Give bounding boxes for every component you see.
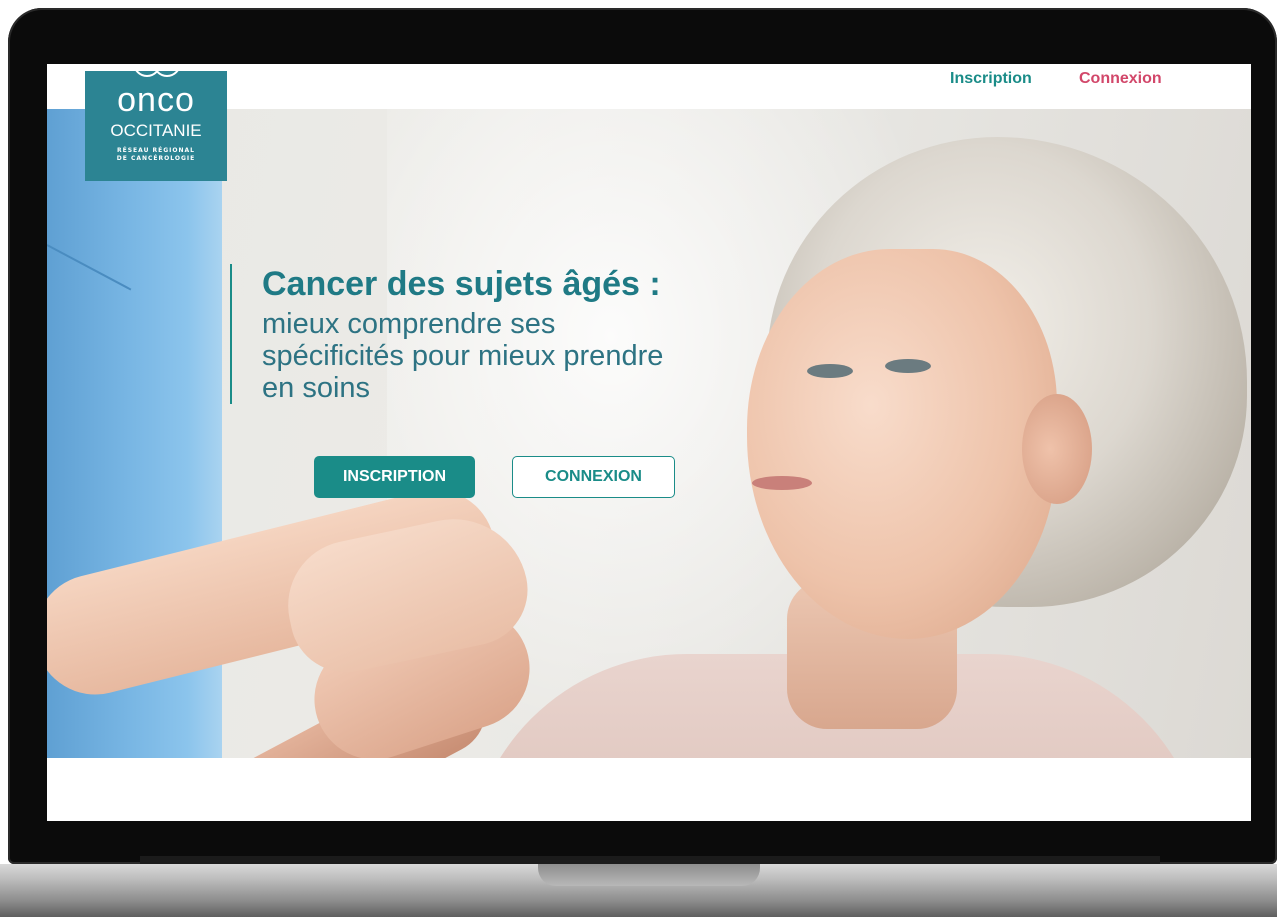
connexion-button[interactable]: CONNEXION	[512, 456, 675, 498]
nav-inscription-link[interactable]: Inscription	[950, 70, 1032, 88]
elderly-eye-right	[885, 359, 931, 373]
logo-tagline: RÉSEAU RÉGIONAL DE CANCÉROLOGIE	[85, 147, 227, 163]
laptop-hinge	[140, 856, 1160, 864]
laptop-base-notch	[538, 864, 760, 886]
hero-text-block: Cancer des sujets âgés : mieux comprendr…	[230, 264, 692, 404]
logo-tagline-line2: DE CANCÉROLOGIE	[116, 155, 196, 162]
elderly-eye-left	[807, 364, 853, 378]
nav-connexion-link[interactable]: Connexion	[1079, 70, 1162, 88]
elderly-mouth	[752, 476, 812, 490]
inscription-button[interactable]: INSCRIPTION	[314, 456, 475, 498]
logo-tagline-line1: RÉSEAU RÉGIONAL	[116, 147, 196, 154]
logo-region: OCCITANIE	[110, 121, 202, 140]
browser-screen: Inscription Connexion Cancer des sujets …	[47, 64, 1251, 821]
elderly-ear	[1022, 394, 1092, 504]
hero-title: Cancer des sujets âgés :	[262, 265, 661, 303]
site-header: Inscription Connexion	[47, 64, 1251, 109]
logo-rings-icon	[133, 64, 181, 77]
hero-subtitle: mieux comprendre ses spécificités pour m…	[262, 308, 664, 404]
logo-wordmark: onco	[117, 81, 195, 119]
onco-occitanie-logo[interactable]: onco OCCITANIE RÉSEAU RÉGIONAL DE CANCÉR…	[85, 64, 227, 181]
hero-banner: Cancer des sujets âgés : mieux comprendr…	[47, 109, 1251, 758]
